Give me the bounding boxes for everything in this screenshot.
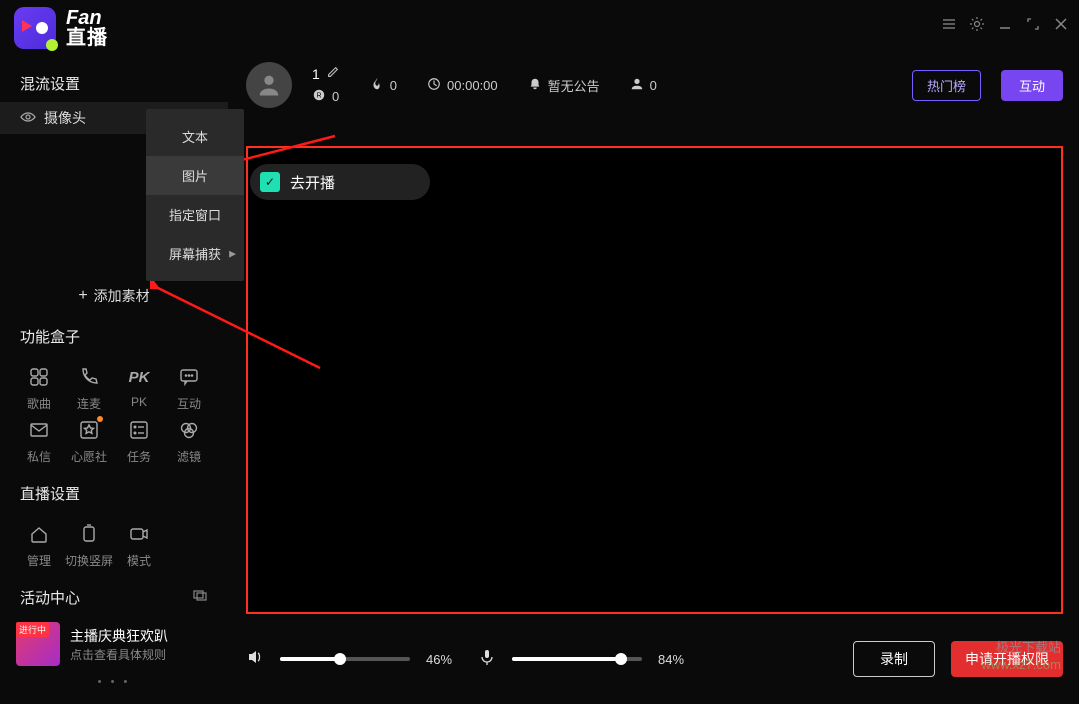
pager-dots: • • • — [0, 672, 228, 688]
menu-icon[interactable] — [941, 16, 957, 32]
viewers-value: 0 — [650, 78, 657, 93]
fire-icon — [370, 77, 384, 94]
live-settings-heading: 直播设置 — [0, 475, 228, 512]
username: 1 — [312, 66, 320, 82]
preview-stage[interactable] — [246, 146, 1063, 614]
activity-heading: 活动中心 — [20, 587, 80, 608]
close-icon[interactable] — [1053, 16, 1069, 32]
tool-tasks[interactable]: 任务 — [114, 418, 164, 465]
pk-icon: PK — [127, 365, 151, 389]
home-icon — [27, 522, 51, 546]
bottom-bar: 46% 84% 录制 申请开播权限 — [246, 634, 1063, 684]
tool-wish[interactable]: 心愿社 — [64, 418, 114, 465]
context-item-window[interactable]: 指定窗口 — [146, 195, 244, 234]
chat-icon — [177, 365, 201, 389]
music-icon — [27, 365, 51, 389]
mic-pct: 84% — [658, 652, 694, 667]
svg-text:R: R — [316, 93, 321, 100]
tool-pk[interactable]: PKPK — [114, 365, 164, 412]
clock-icon — [427, 77, 441, 94]
go-live-pill[interactable]: ✓ 去开播 — [250, 164, 430, 200]
interact-button[interactable]: 互动 — [1001, 70, 1063, 101]
fire-value: 0 — [390, 78, 397, 93]
tool-dm[interactable]: 私信 — [14, 418, 64, 465]
app-logo: Fan 直播 — [14, 7, 108, 49]
context-item-text[interactable]: 文本 — [146, 117, 244, 156]
user-avatar[interactable] — [246, 62, 292, 108]
toolbox-heading: 功能盒子 — [0, 318, 228, 355]
mix-settings-heading: 混流设置 — [0, 65, 228, 102]
filter-icon — [177, 418, 201, 442]
star-icon — [77, 418, 101, 442]
watermark: 极光下载站 www.xz7.com — [982, 640, 1061, 674]
settings-icon[interactable] — [969, 16, 985, 32]
context-item-screen[interactable]: 屏幕捕获▶ — [146, 234, 244, 273]
record-button[interactable]: 录制 — [853, 641, 935, 677]
list-icon — [127, 418, 151, 442]
tool-mode[interactable]: 模式 — [114, 522, 164, 569]
logo-text-cn: 直播 — [66, 28, 108, 48]
rotate-icon — [77, 522, 101, 546]
stream-header: 1 R 0 0 00:00:00 暂无公告 0 热门榜 互动 — [246, 55, 1063, 115]
tool-manage[interactable]: 管理 — [14, 522, 64, 569]
speaker-pct: 46% — [426, 652, 462, 667]
time-value: 00:00:00 — [447, 78, 498, 93]
activity-thumbnail: 进行中 — [16, 622, 60, 666]
activity-subtitle: 点击查看具体规则 — [70, 646, 168, 663]
coin-icon: R — [312, 88, 326, 105]
activity-item[interactable]: 进行中 主播庆典狂欢趴 点击查看具体规则 — [0, 616, 228, 672]
plus-icon: + — [78, 287, 87, 305]
person-icon — [630, 77, 644, 94]
announcement-text: 暂无公告 — [548, 76, 600, 95]
eye-icon — [20, 109, 36, 128]
tool-rotate[interactable]: 切换竖屏 — [64, 522, 114, 569]
camera-label: 摄像头 — [44, 108, 86, 128]
coin-value: 0 — [332, 89, 339, 104]
chevron-right-icon: ▶ — [229, 248, 236, 259]
expand-icon[interactable] — [192, 587, 208, 608]
speaker-slider[interactable] — [280, 657, 410, 661]
context-item-image[interactable]: 图片 — [146, 156, 244, 195]
logo-text-en: Fan — [66, 8, 108, 28]
checklist-icon: ✓ — [260, 172, 280, 192]
tool-filter[interactable]: 滤镜 — [164, 418, 214, 465]
tool-music[interactable]: 歌曲 — [14, 365, 64, 412]
camera-icon — [127, 522, 151, 546]
tool-mic-link[interactable]: 连麦 — [64, 365, 114, 412]
status-badge: 进行中 — [16, 622, 49, 637]
add-material-context-menu: 文本 图片 指定窗口 屏幕捕获▶ — [146, 109, 244, 281]
hot-ranking-button[interactable]: 热门榜 — [912, 70, 981, 101]
edit-icon[interactable] — [326, 65, 340, 82]
maximize-icon[interactable] — [1025, 16, 1041, 32]
activity-title: 主播庆典狂欢趴 — [70, 626, 168, 646]
titlebar — [0, 0, 1079, 48]
phone-icon — [77, 365, 101, 389]
mic-icon[interactable] — [478, 648, 496, 671]
tool-interact[interactable]: 互动 — [164, 365, 214, 412]
envelope-icon — [27, 418, 51, 442]
mic-slider[interactable] — [512, 657, 642, 661]
speaker-icon[interactable] — [246, 648, 264, 671]
bell-icon — [528, 77, 542, 94]
minimize-icon[interactable] — [997, 16, 1013, 32]
